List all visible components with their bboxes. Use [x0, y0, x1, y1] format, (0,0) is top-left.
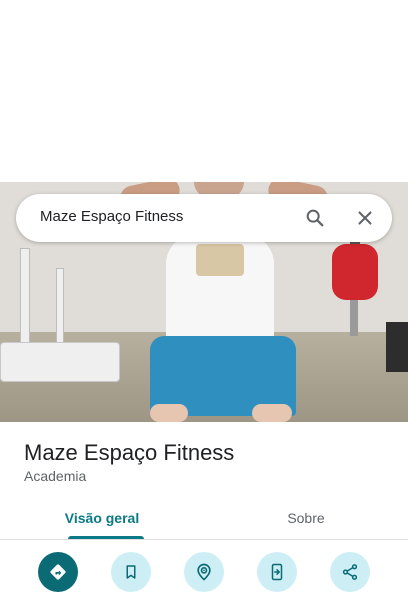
close-icon[interactable] [354, 207, 376, 229]
place-name: Maze Espaço Fitness [24, 440, 235, 465]
shirt-print [196, 244, 244, 276]
machine-frame [56, 268, 64, 348]
directions-icon [50, 564, 66, 580]
active-tab-indicator [68, 536, 144, 539]
equipment [386, 322, 408, 372]
place-category[interactable]: Academia [24, 468, 86, 484]
nearby-location-icon [197, 563, 211, 581]
share-button[interactable] [330, 552, 370, 592]
send-to-phone-button[interactable] [257, 552, 297, 592]
search-bar[interactable]: Maze Espaço Fitness [16, 194, 392, 242]
bookmark-icon [126, 565, 136, 579]
directions-button[interactable] [38, 552, 78, 592]
person-knee [252, 404, 292, 422]
place-tabs: Visão geral Sobre [0, 496, 408, 540]
save-button[interactable] [111, 552, 151, 592]
machine-bench [0, 342, 120, 382]
tab-about[interactable]: Sobre [204, 496, 408, 540]
search-icon[interactable] [304, 207, 326, 229]
person-knee [150, 404, 188, 422]
share-icon [342, 564, 358, 580]
tab-overview[interactable]: Visão geral [0, 496, 204, 540]
punching-bag [332, 244, 378, 300]
send-to-phone-icon [271, 563, 283, 581]
bag-stand [350, 300, 358, 336]
nearby-button[interactable] [184, 552, 224, 592]
search-query[interactable]: Maze Espaço Fitness [40, 208, 183, 225]
